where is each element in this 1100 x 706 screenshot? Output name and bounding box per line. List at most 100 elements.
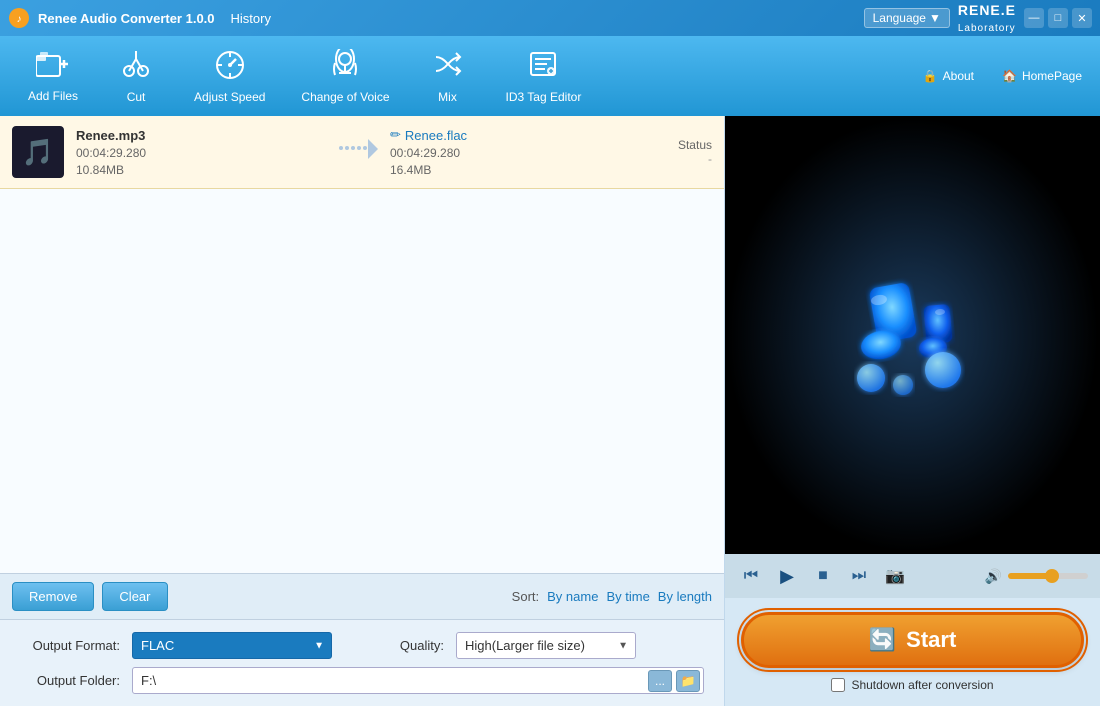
sort-by-length[interactable]: By length <box>658 589 712 604</box>
music-note-preview-icon <box>843 270 983 400</box>
start-icon: 🔄 <box>869 627 896 653</box>
quality-select-wrapper: High(Larger file size) <box>456 632 636 659</box>
play-icon: ▶ <box>780 566 794 587</box>
file-status: Status - <box>652 138 712 166</box>
quality-label: Quality: <box>344 638 444 653</box>
about-label: About <box>943 69 974 83</box>
toolbar-add-files[interactable]: Add Files <box>10 42 96 111</box>
file-list: 🎵 Renee.mp3 00:04:29.280 10.84MB <box>0 116 724 573</box>
shutdown-label: Shutdown after conversion <box>851 678 993 692</box>
status-badge: - <box>652 152 712 166</box>
forward-icon: ⏭ <box>852 567 866 585</box>
toolbar-cut[interactable]: Cut <box>96 41 176 112</box>
change-of-voice-label: Change of Voice <box>301 90 389 104</box>
toolbar-mix[interactable]: Mix <box>408 41 488 112</box>
title-bar-right: Language ▼ RENE.E Laboratory — □ ✕ <box>864 2 1092 34</box>
toolbar-adjust-speed[interactable]: Adjust Speed <box>176 41 283 112</box>
mix-icon <box>432 49 464 84</box>
cut-icon <box>121 49 151 84</box>
close-button[interactable]: ✕ <box>1072 8 1092 28</box>
camera-icon: 📷 <box>885 566 905 586</box>
camera-button[interactable]: 📷 <box>881 562 909 590</box>
folder-input-wrapper: ... 📁 <box>132 667 704 694</box>
left-panel: 🎵 Renee.mp3 00:04:29.280 10.84MB <box>0 116 725 706</box>
output-size: 16.4MB <box>390 163 640 177</box>
language-dropdown-icon: ▼ <box>929 11 941 25</box>
format-select-wrapper: FLAC <box>132 632 332 659</box>
cut-label: Cut <box>127 90 146 104</box>
rewind-icon: ⏮ <box>744 567 758 585</box>
sort-by-name[interactable]: By name <box>547 589 598 604</box>
adjust-speed-icon <box>214 49 246 84</box>
history-label[interactable]: History <box>231 11 271 26</box>
status-label: Status <box>652 138 712 152</box>
clear-button[interactable]: Clear <box>102 582 167 611</box>
browse-button[interactable]: ... <box>648 670 672 692</box>
edit-icon: ✏ <box>390 127 401 143</box>
play-button[interactable]: ▶ <box>773 562 801 590</box>
folder-buttons: ... 📁 <box>648 670 700 692</box>
language-button[interactable]: Language ▼ <box>864 8 950 28</box>
input-filename: Renee.mp3 <box>76 128 326 143</box>
volume-control: 🔊 <box>985 568 1088 585</box>
right-panel: ⏮ ▶ ■ ⏭ 📷 🔊 🔄 <box>725 116 1100 706</box>
sort-label: Sort: <box>512 589 539 604</box>
bottom-controls: Remove Clear Sort: By name By time By le… <box>0 573 724 619</box>
file-output-info: ✏ Renee.flac 00:04:29.280 16.4MB <box>390 127 640 177</box>
id3-tag-editor-label: ID3 Tag Editor <box>506 90 582 104</box>
main-content: 🎵 Renee.mp3 00:04:29.280 10.84MB <box>0 116 1100 706</box>
output-duration: 00:04:29.280 <box>390 146 640 160</box>
rewind-button[interactable]: ⏮ <box>737 562 765 590</box>
mix-label: Mix <box>438 90 457 104</box>
svg-text:♪: ♪ <box>17 14 22 25</box>
language-label: Language <box>873 11 926 25</box>
lock-icon: 🔒 <box>923 69 938 83</box>
folder-input[interactable] <box>132 667 704 694</box>
start-panel: 🔄 Start Shutdown after conversion <box>725 598 1100 706</box>
app-title: Renee Audio Converter 1.0.0 <box>38 11 215 26</box>
title-bar-left: ♪ Renee Audio Converter 1.0.0 History <box>8 7 271 29</box>
toolbar-id3-tag-editor[interactable]: ID3 Tag Editor <box>488 41 600 112</box>
app-logo-icon: ♪ <box>8 7 30 29</box>
remove-button[interactable]: Remove <box>12 582 94 611</box>
output-filename: ✏ Renee.flac <box>390 127 640 143</box>
forward-button[interactable]: ⏭ <box>845 562 873 590</box>
volume-slider[interactable] <box>1008 573 1088 579</box>
folder-row: Output Folder: ... 📁 <box>20 667 704 694</box>
start-label: Start <box>906 627 956 653</box>
input-duration: 00:04:29.280 <box>76 146 326 160</box>
open-folder-button[interactable]: 📁 <box>676 670 700 692</box>
start-button[interactable]: 🔄 Start <box>741 612 1084 668</box>
minimize-button[interactable]: — <box>1024 8 1044 28</box>
format-label: Output Format: <box>20 638 120 653</box>
file-input-info: Renee.mp3 00:04:29.280 10.84MB <box>76 128 326 177</box>
toolbar-change-of-voice[interactable]: Change of Voice <box>283 41 407 112</box>
change-of-voice-icon <box>329 49 361 84</box>
add-files-label: Add Files <box>28 89 78 103</box>
toolbar-right: 🔒 About 🏠 HomePage <box>915 65 1090 87</box>
maximize-button[interactable]: □ <box>1048 8 1068 28</box>
format-select[interactable]: FLAC <box>132 632 332 659</box>
id3-tag-editor-icon <box>527 49 559 84</box>
shutdown-row: Shutdown after conversion <box>831 678 993 692</box>
shutdown-checkbox[interactable] <box>831 678 845 692</box>
conversion-arrow-icon <box>338 138 378 166</box>
adjust-speed-label: Adjust Speed <box>194 90 265 104</box>
preview-area <box>725 116 1100 554</box>
homepage-label: HomePage <box>1022 69 1082 83</box>
homepage-button[interactable]: 🏠 HomePage <box>994 65 1090 87</box>
media-controls: ⏮ ▶ ■ ⏭ 📷 🔊 <box>725 554 1100 598</box>
about-button[interactable]: 🔒 About <box>915 65 982 87</box>
stop-button[interactable]: ■ <box>809 562 837 590</box>
title-bar: ♪ Renee Audio Converter 1.0.0 History La… <box>0 0 1100 36</box>
volume-icon: 🔊 <box>985 568 1002 585</box>
folder-label: Output Folder: <box>20 673 120 688</box>
sort-by-time[interactable]: By time <box>606 589 649 604</box>
renee-logo: RENE.E Laboratory <box>958 2 1016 34</box>
file-thumbnail: 🎵 <box>12 126 64 178</box>
window-controls: — □ ✕ <box>1024 8 1092 28</box>
home-icon: 🏠 <box>1002 69 1017 83</box>
quality-select[interactable]: High(Larger file size) <box>456 632 636 659</box>
add-files-icon <box>36 50 70 83</box>
format-row: Output Format: FLAC Quality: High(Larger… <box>20 632 704 659</box>
